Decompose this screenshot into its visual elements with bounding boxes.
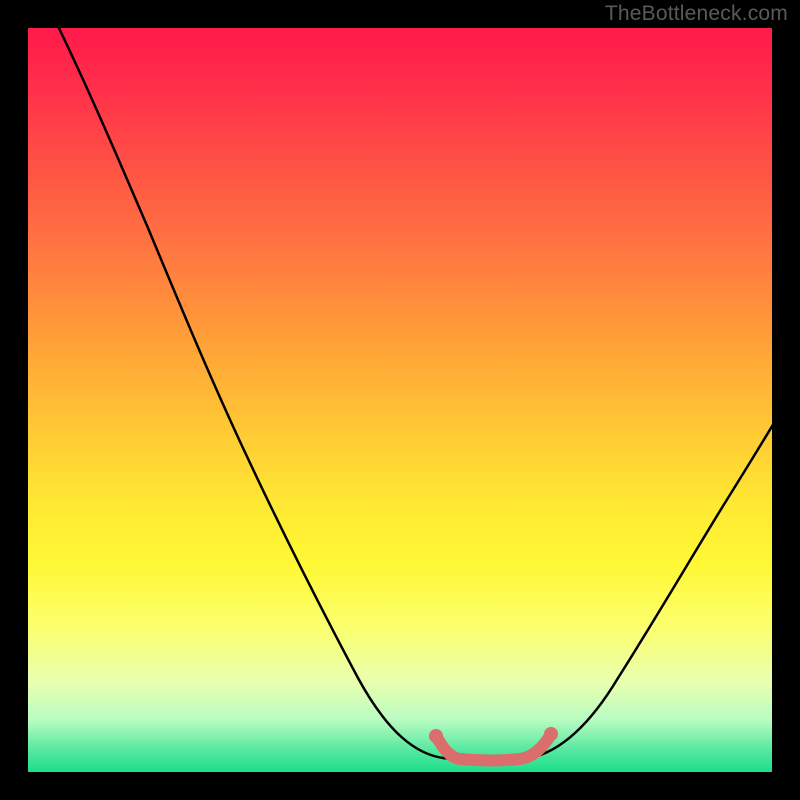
marker-endpoint bbox=[429, 729, 443, 743]
bottleneck-curve-svg bbox=[28, 28, 772, 772]
optimal-range-marker bbox=[436, 734, 551, 761]
bottleneck-curve bbox=[56, 28, 772, 761]
gradient-plot-area bbox=[28, 28, 772, 772]
marker-endpoint bbox=[544, 727, 558, 741]
chart-container: TheBottleneck.com bbox=[0, 0, 800, 800]
watermark-text: TheBottleneck.com bbox=[605, 2, 788, 26]
